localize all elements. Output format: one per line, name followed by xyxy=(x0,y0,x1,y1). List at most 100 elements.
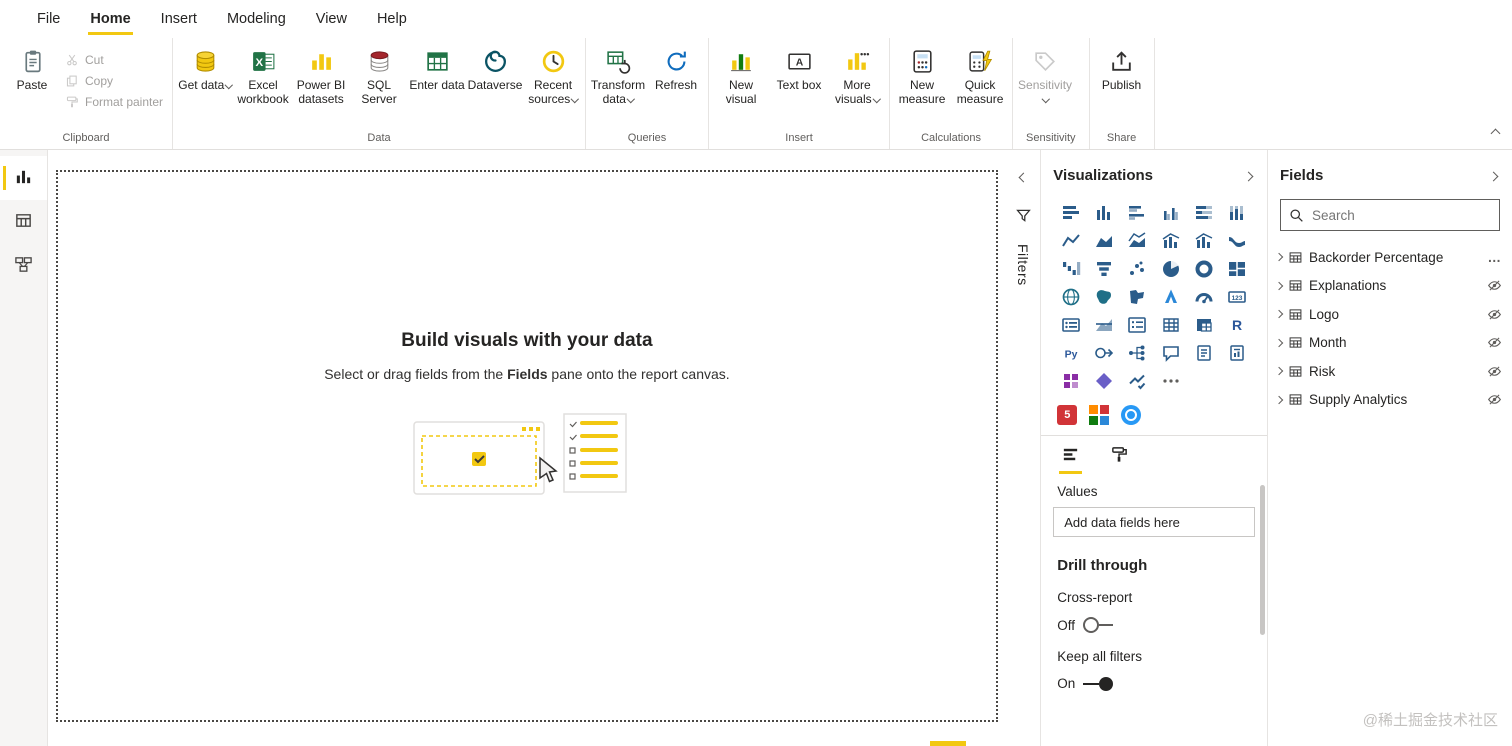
ribbon-button-text-box[interactable]: A Text box xyxy=(770,43,828,96)
funnel-chart-icon[interactable] xyxy=(1092,257,1116,281)
menu-item-view[interactable]: View xyxy=(301,2,362,36)
chevron-right-icon[interactable] xyxy=(1274,310,1284,319)
ribbon-button-sensitivity[interactable]: Sensitivity xyxy=(1016,43,1074,111)
custom-visual-3-icon[interactable] xyxy=(1121,405,1142,425)
smart-narrative-icon[interactable] xyxy=(1192,341,1216,365)
field-item-month[interactable]: Month xyxy=(1268,329,1512,358)
ribbon-button-enter-data[interactable]: Enter data xyxy=(408,43,466,96)
hidden-eye-slash-icon[interactable] xyxy=(1487,278,1502,293)
ribbon-button-recent-sources[interactable]: Recent sources xyxy=(524,43,582,111)
rail-item-report-view[interactable] xyxy=(0,156,47,200)
q-and-a-icon[interactable] xyxy=(1159,341,1183,365)
hidden-eye-slash-icon[interactable] xyxy=(1487,364,1502,379)
ribbon-button-refresh[interactable]: Refresh xyxy=(647,43,705,96)
expand-filters-button[interactable] xyxy=(1017,166,1030,187)
chevron-right-icon[interactable] xyxy=(1274,367,1284,376)
ribbon-button-power-bi-datasets[interactable]: Power BI datasets xyxy=(292,43,350,111)
menu-item-home[interactable]: Home xyxy=(75,2,145,36)
custom-visual-1-icon[interactable]: 5 xyxy=(1057,405,1078,425)
custom-visual-2-icon[interactable] xyxy=(1089,405,1110,425)
more-options-icon[interactable]: … xyxy=(1488,250,1503,265)
azure-map-icon[interactable] xyxy=(1159,285,1183,309)
menu-item-help[interactable]: Help xyxy=(362,2,422,36)
table-icon[interactable] xyxy=(1159,313,1183,337)
ribbon-button-copy[interactable]: Copy xyxy=(65,74,163,88)
ribbon-button-new-measure[interactable]: New measure xyxy=(893,43,951,111)
pie-chart-icon[interactable] xyxy=(1159,257,1183,281)
fields-search-input[interactable] xyxy=(1310,206,1491,224)
shape-map-icon[interactable] xyxy=(1125,285,1149,309)
cross-report-toggle[interactable] xyxy=(1083,617,1114,633)
hidden-eye-slash-icon[interactable] xyxy=(1487,335,1502,350)
python-visual-icon[interactable]: Py xyxy=(1059,341,1083,365)
card-icon[interactable]: 123 xyxy=(1225,285,1249,309)
menu-item-insert[interactable]: Insert xyxy=(146,2,212,36)
line-and-stacked-column-chart-icon[interactable] xyxy=(1159,229,1183,253)
ribbon-button-more-visuals[interactable]: More visuals xyxy=(828,43,886,111)
more-options-icon[interactable] xyxy=(1159,369,1183,393)
ribbon-chart-icon[interactable] xyxy=(1225,229,1249,253)
clustered-bar-chart-icon[interactable] xyxy=(1125,201,1149,225)
ribbon-button-get-data[interactable]: Get data xyxy=(176,43,234,96)
hundred-percent-stacked-column-chart-icon[interactable] xyxy=(1225,201,1249,225)
power-automate-icon[interactable] xyxy=(1092,369,1116,393)
ribbon-button-paste[interactable]: Paste xyxy=(3,43,61,96)
chevron-right-icon[interactable] xyxy=(1274,281,1284,290)
hundred-percent-stacked-bar-chart-icon[interactable] xyxy=(1192,201,1216,225)
ribbon-button-format-painter[interactable]: Format painter xyxy=(65,95,163,109)
clustered-column-chart-icon[interactable] xyxy=(1159,201,1183,225)
field-item-explanations[interactable]: Explanations xyxy=(1268,272,1512,301)
ribbon-button-quick-measure[interactable]: Quick measure xyxy=(951,43,1009,111)
build-visual-tab[interactable] xyxy=(1059,445,1083,474)
collapse-fields-button[interactable] xyxy=(1487,164,1500,187)
chevron-right-icon[interactable] xyxy=(1274,253,1284,262)
matrix-icon[interactable] xyxy=(1192,313,1216,337)
key-influencers-icon[interactable] xyxy=(1092,341,1116,365)
filled-map-icon[interactable] xyxy=(1092,285,1116,309)
decomposition-tree-icon[interactable] xyxy=(1125,341,1149,365)
treemap-icon[interactable] xyxy=(1225,257,1249,281)
line-and-clustered-column-chart-icon[interactable] xyxy=(1192,229,1216,253)
ribbon-button-sql-server[interactable]: SQL Server xyxy=(350,43,408,111)
chevron-right-icon[interactable] xyxy=(1274,338,1284,347)
line-chart-icon[interactable] xyxy=(1059,229,1083,253)
rail-item-model-view[interactable] xyxy=(0,244,47,288)
field-item-risk[interactable]: Risk xyxy=(1268,357,1512,386)
menu-item-file[interactable]: File xyxy=(22,2,75,36)
hidden-eye-slash-icon[interactable] xyxy=(1487,307,1502,322)
stacked-bar-chart-icon[interactable] xyxy=(1059,201,1083,225)
keep-all-filters-toggle[interactable] xyxy=(1083,676,1114,691)
stacked-area-chart-icon[interactable] xyxy=(1125,229,1149,253)
chevron-right-icon[interactable] xyxy=(1274,395,1284,404)
paginated-report-icon[interactable] xyxy=(1225,341,1249,365)
page-tab-indicator[interactable] xyxy=(930,741,966,746)
format-tab[interactable] xyxy=(1110,445,1129,474)
ribbon-collapse-button[interactable] xyxy=(1489,122,1502,143)
field-item-backorder-percentage[interactable]: Backorder Percentage … xyxy=(1268,243,1512,272)
ribbon-button-dataverse[interactable]: Dataverse xyxy=(466,43,524,96)
report-canvas[interactable]: Build visuals with your data Select or d… xyxy=(55,170,999,722)
scatter-chart-icon[interactable] xyxy=(1125,257,1149,281)
collapse-visualizations-button[interactable] xyxy=(1242,164,1255,187)
ribbon-button-new-visual[interactable]: New visual xyxy=(712,43,770,111)
slicer-icon[interactable] xyxy=(1125,313,1149,337)
multi-row-card-icon[interactable] xyxy=(1059,313,1083,337)
donut-chart-icon[interactable] xyxy=(1192,257,1216,281)
field-item-logo[interactable]: Logo xyxy=(1268,300,1512,329)
visualizations-scrollbar[interactable] xyxy=(1260,485,1265,635)
waterfall-chart-icon[interactable] xyxy=(1059,257,1083,281)
menu-item-modeling[interactable]: Modeling xyxy=(212,2,301,36)
gauge-icon[interactable] xyxy=(1192,285,1216,309)
stacked-column-chart-icon[interactable] xyxy=(1092,201,1116,225)
ribbon-button-excel-workbook[interactable]: X Excel workbook xyxy=(234,43,292,111)
power-apps-icon[interactable] xyxy=(1059,369,1083,393)
kpi-icon[interactable] xyxy=(1092,313,1116,337)
rail-item-data-view[interactable] xyxy=(0,200,47,244)
report-canvas-area[interactable]: Build visuals with your data Select or d… xyxy=(47,150,1007,746)
ribbon-button-cut[interactable]: Cut xyxy=(65,53,163,67)
r-script-visual-icon[interactable]: R xyxy=(1225,313,1249,337)
metrics-icon[interactable] xyxy=(1125,369,1149,393)
field-item-supply-analytics[interactable]: Supply Analytics xyxy=(1268,386,1512,415)
ribbon-button-publish[interactable]: Publish xyxy=(1093,43,1151,96)
values-field-well[interactable]: Add data fields here xyxy=(1053,507,1255,537)
